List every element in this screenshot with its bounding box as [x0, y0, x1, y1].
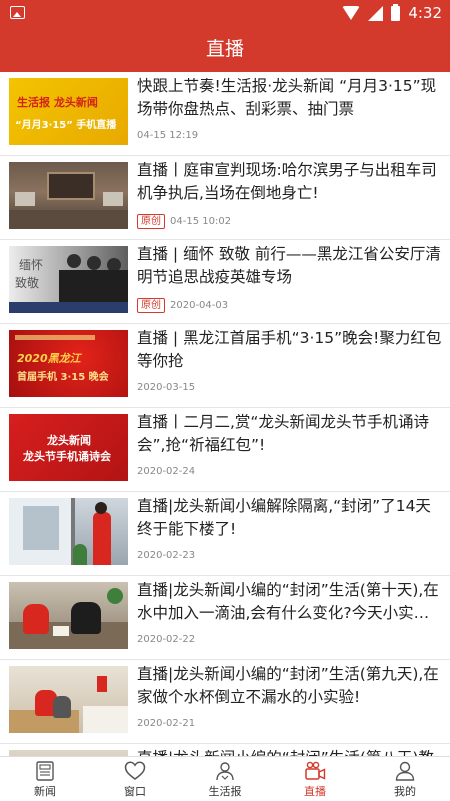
- item-title: 直播 | 缅怀 致敬 前行——黑龙江省公安厅清明节追思战疫英雄专场: [137, 245, 441, 286]
- item-title: 直播 | 黑龙江首届手机“3·15”晚会!聚力红包等你抢: [137, 329, 442, 370]
- item-title: 直播|龙头新闻小编的“封闭”生活(第八天)教: [137, 747, 442, 756]
- list-item[interactable]: 生活报 龙头新闻 “月月3·15” 手机直播 快跟上节奏!生活报·龙头新闻 “月…: [0, 72, 450, 156]
- signal-icon: [368, 5, 384, 21]
- list-item[interactable]: 直播|龙头新闻小编的“封闭”生活(第八天)教: [0, 744, 450, 756]
- item-date: 2020-02-21: [137, 718, 196, 729]
- tab-label: 我的: [394, 785, 416, 798]
- people-icon: [216, 762, 234, 781]
- battery-icon: [391, 3, 401, 21]
- item-meta: 2020-02-24: [137, 466, 195, 477]
- item-date: 2020-02-22: [137, 634, 196, 645]
- original-badge: 原创: [137, 214, 165, 229]
- item-date: 04-15 12:19: [137, 130, 199, 141]
- item-date: 04-15 10:02: [170, 216, 232, 227]
- item-meta: 2020-02-22: [137, 634, 195, 645]
- video-camera-icon: [305, 761, 326, 780]
- list-item[interactable]: 直播丨庭审宣判现场:哈尔滨男子与出租车司机争执后,当场在倒地身亡! 原创 04-…: [0, 156, 450, 240]
- thumbnail: 缅怀 致敬: [9, 246, 128, 313]
- tab-shenghuobao[interactable]: 生活报: [180, 757, 270, 801]
- list-item[interactable]: 直播|龙头新闻小编解除隔离,“封闭”了14天终于能下楼了! 2020-02-23: [0, 492, 450, 576]
- status-time: 4:32: [408, 4, 442, 22]
- item-title: 直播丨二月二,赏“龙头新闻龙头节手机诵诗会”,抢“祈福红包”!: [137, 413, 429, 454]
- item-meta: 2020-02-21: [137, 718, 195, 729]
- status-bar: 4:32: [0, 0, 450, 26]
- tab-mine[interactable]: 我的: [360, 757, 450, 801]
- item-title: 直播|龙头新闻小编解除隔离,“封闭”了14天终于能下楼了!: [137, 497, 431, 538]
- live-list[interactable]: 生活报 龙头新闻 “月月3·15” 手机直播 快跟上节奏!生活报·龙头新闻 “月…: [0, 72, 450, 756]
- thumbnail: [9, 582, 128, 649]
- thumbnail-caption: “月月3·15” 手机直播: [15, 120, 117, 131]
- thumbnail-caption: 首届手机 3·15 晚会: [17, 372, 109, 383]
- tab-news[interactable]: 新闻: [0, 757, 90, 801]
- item-meta: 原创 04-15 10:02: [137, 214, 231, 229]
- item-title: 直播丨庭审宣判现场:哈尔滨男子与出租车司机争执后,当场在倒地身亡!: [137, 161, 437, 202]
- thumbnail-caption: 生活报 龙头新闻: [17, 96, 98, 109]
- tab-label: 直播: [304, 785, 326, 798]
- list-item[interactable]: 2020黑龙江 首届手机 3·15 晚会 直播 | 黑龙江首届手机“3·15”晚…: [0, 324, 450, 408]
- item-title: 直播|龙头新闻小编的“封闭”生活(第九天),在家做个水杯倒立不漏水的小实验!: [137, 665, 439, 706]
- item-meta: 原创 2020-04-03: [137, 298, 228, 313]
- thumbnail-caption: 致敬: [15, 276, 40, 290]
- item-meta: 2020-02-23: [137, 550, 195, 561]
- list-item[interactable]: 直播|龙头新闻小编的“封闭”生活(第九天),在家做个水杯倒立不漏水的小实验! 2…: [0, 660, 450, 744]
- thumbnail-caption: 缅怀: [19, 258, 44, 272]
- wifi-icon: [342, 6, 361, 20]
- tab-label: 新闻: [34, 785, 56, 798]
- item-date: 2020-02-24: [137, 466, 196, 477]
- thumbnail-caption: 龙头新闻: [47, 434, 91, 447]
- thumbnail: 龙头新闻 龙头节手机诵诗会: [9, 414, 128, 481]
- item-meta: 2020-03-15: [137, 382, 195, 393]
- item-title: 直播|龙头新闻小编的“封闭”生活(第十天),在水中加入一滴油,会有什么变化?今天…: [137, 581, 439, 622]
- bottom-tab-bar: 新闻 窗口 生活报 直播 我的: [0, 756, 450, 801]
- thumbnail: [9, 162, 128, 229]
- user-icon: [395, 761, 415, 781]
- item-meta: 04-15 12:19: [137, 130, 198, 141]
- thumbnail: [9, 666, 128, 733]
- tab-label: 生活报: [208, 785, 242, 798]
- thumbnail-caption: 2020黑龙江: [17, 352, 81, 365]
- gallery-notification-icon: [10, 6, 25, 19]
- thumbnail: 生活报 龙头新闻 “月月3·15” 手机直播: [9, 78, 128, 145]
- original-badge: 原创: [137, 298, 165, 313]
- item-date: 2020-03-15: [137, 382, 196, 393]
- newspaper-icon: [36, 761, 54, 781]
- item-title: 快跟上节奏!生活报·龙头新闻 “月月3·15”现场带你盘热点、刮彩票、抽门票: [137, 77, 437, 118]
- thumbnail: 2020黑龙江 首届手机 3·15 晚会: [9, 330, 128, 397]
- list-item[interactable]: 直播|龙头新闻小编的“封闭”生活(第十天),在水中加入一滴油,会有什么变化?今天…: [0, 576, 450, 660]
- item-date: 2020-04-03: [170, 300, 229, 311]
- tab-label: 窗口: [124, 785, 146, 798]
- item-date: 2020-02-23: [137, 550, 196, 561]
- tab-live[interactable]: 直播: [270, 757, 360, 801]
- thumbnail-caption: 龙头节手机诵诗会: [23, 450, 111, 463]
- page-title: 直播: [0, 26, 450, 72]
- tab-window[interactable]: 窗口: [90, 757, 180, 801]
- heart-icon: [124, 761, 146, 780]
- list-item[interactable]: 缅怀 致敬 直播 | 缅怀 致敬 前行——黑龙江省公安厅清明节追思战疫英雄专场 …: [0, 240, 450, 324]
- thumbnail: [9, 498, 128, 565]
- list-item[interactable]: 龙头新闻 龙头节手机诵诗会 直播丨二月二,赏“龙头新闻龙头节手机诵诗会”,抢“祈…: [0, 408, 450, 492]
